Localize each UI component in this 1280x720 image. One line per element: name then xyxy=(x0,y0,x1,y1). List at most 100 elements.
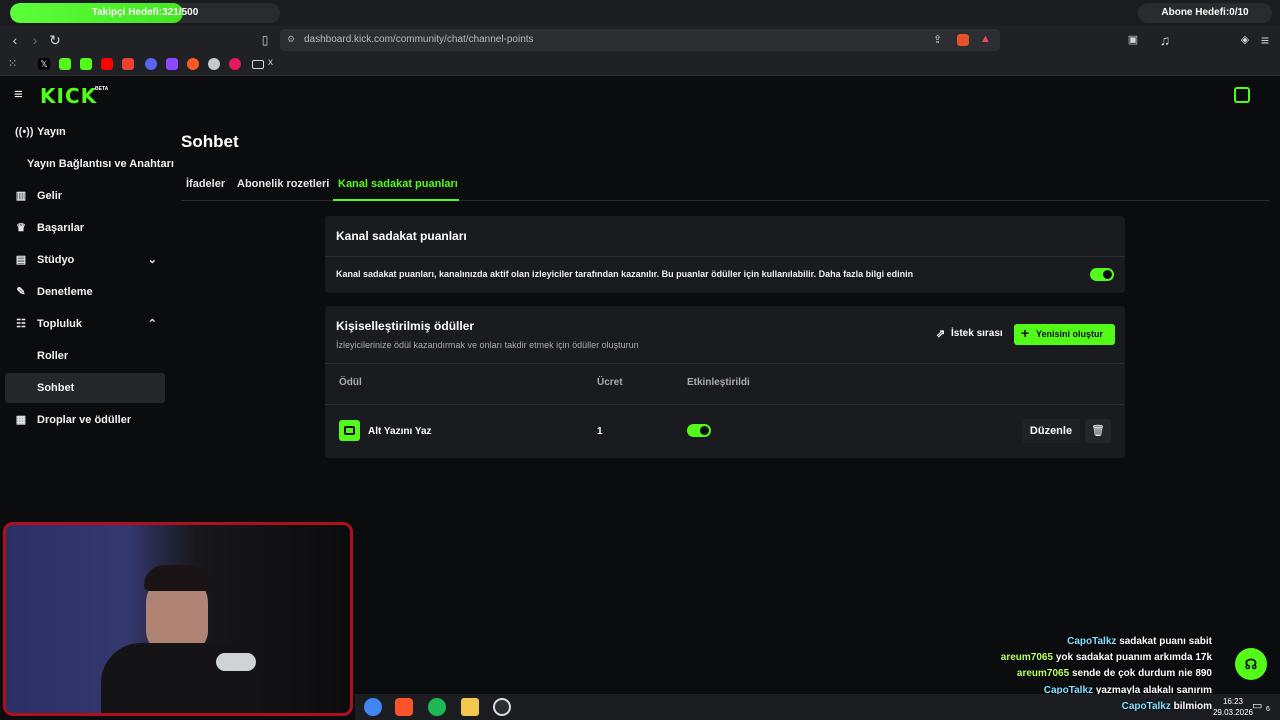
bookmark-icon[interactable]: ▯ xyxy=(256,31,274,49)
brave-rewards-icon[interactable]: ▲ xyxy=(980,33,991,45)
apps-grid-icon[interactable]: ⁙ xyxy=(8,58,20,70)
channel-points-toggle[interactable] xyxy=(1090,268,1114,281)
chat-message: CapoTalkz sadakat puanı sabit xyxy=(1067,636,1212,647)
external-link-icon: ⇗ xyxy=(936,328,946,340)
webcam-overlay xyxy=(3,522,353,716)
bookmark-folder-label[interactable]: x xyxy=(268,57,273,68)
divider xyxy=(325,256,1125,257)
sidebar-item-gelir[interactable]: ▥ Gelir xyxy=(5,181,165,211)
back-icon[interactable]: ‹ xyxy=(6,31,24,49)
divider xyxy=(325,363,1125,364)
reward-name: Alt Yazını Yaz xyxy=(368,426,432,437)
obs-taskbar-icon[interactable] xyxy=(493,698,511,716)
request-queue-button[interactable]: ⇗ İstek sırası xyxy=(931,323,1005,345)
extension2-bookmark-icon[interactable] xyxy=(229,58,241,70)
chat-message: areum7065 sende de çok durdum nie 890 xyxy=(1016,668,1212,679)
plus-icon: + xyxy=(1021,325,1030,341)
kick-avatar-icon[interactable] xyxy=(1234,87,1250,103)
help-chat-button[interactable]: ☊ xyxy=(1235,648,1267,680)
tab-bar: İfadeler Abonelik rozetleri Kanal sadaka… xyxy=(181,172,1269,201)
address-bar[interactable]: ⚙ dashboard.kick.com/community/chat/chan… xyxy=(280,29,1000,51)
spotify-taskbar-icon[interactable] xyxy=(428,698,446,716)
sidebar-item-yayin[interactable]: ((•)) Yayın xyxy=(5,117,165,147)
studio-icon: ▤ xyxy=(15,254,27,266)
media-icon[interactable]: ♫ xyxy=(1156,31,1174,49)
tab-sub-badges[interactable]: Abonelik rozetleri xyxy=(237,178,329,190)
kick-logo[interactable]: KICK xyxy=(40,84,97,108)
hamburger-menu-icon[interactable]: ≡ xyxy=(14,86,23,103)
twitch-bookmark-icon[interactable] xyxy=(166,58,178,70)
sidebar-item-roller[interactable]: Roller xyxy=(5,341,165,371)
bookmarks-bar: ⁙ 𝕏 x xyxy=(0,54,1280,76)
follow-goal-bar: Takipçi Hedefi:321/500 xyxy=(10,3,280,23)
sidebar-item-denetleme[interactable]: ✎ Denetleme xyxy=(5,277,165,307)
create-reward-button[interactable]: + Yenisini oluştur xyxy=(1014,324,1115,345)
share-icon[interactable]: ⇪ xyxy=(933,33,942,46)
vpn-icon[interactable]: ◈ xyxy=(1236,31,1254,49)
site-info-icon[interactable]: ⚙ xyxy=(287,34,295,45)
notification-icon[interactable]: ▭ xyxy=(1252,699,1262,712)
brave-taskbar-icon[interactable] xyxy=(395,698,413,716)
forward-icon[interactable]: › xyxy=(26,31,44,49)
sidebar-toggle-icon[interactable]: ▣ xyxy=(1124,31,1142,49)
sidebar-item-sohbet[interactable]: Sohbet xyxy=(5,373,165,403)
broadcast-icon: ((•)) xyxy=(15,126,34,138)
channel-points-description: Kanal sadakat puanları, kanalınızda akti… xyxy=(336,269,914,279)
app-header: ≡ KICK BETA xyxy=(0,76,1280,116)
wrench-icon: ✎ xyxy=(16,286,26,298)
reload-icon[interactable]: ↻ xyxy=(46,31,64,49)
chat-message: CapoTalkz bilmiom xyxy=(1121,701,1212,712)
reward-icon xyxy=(339,420,360,441)
gmail-bookmark-icon[interactable] xyxy=(122,58,134,70)
brave-shields-icon[interactable] xyxy=(957,34,969,46)
tab-channel-points[interactable]: Kanal sadakat puanları xyxy=(338,178,458,190)
chevron-up-icon: ⌃ xyxy=(147,318,157,330)
chrome-taskbar-icon[interactable] xyxy=(364,698,382,716)
chatgpt-bookmark-icon[interactable] xyxy=(208,58,220,70)
browser-toolbar: ‹ › ↻ ▯ ⚙ dashboard.kick.com/community/c… xyxy=(0,26,1280,54)
column-header-cost: Ücret xyxy=(597,377,623,388)
custom-rewards-title: Kişiselleştirilmiş ödüller xyxy=(336,319,475,333)
headset-icon: ☊ xyxy=(1244,656,1258,672)
extension-bookmark-icon[interactable] xyxy=(187,58,199,70)
sidebar: ((•)) Yayın Yayın Bağlantısı ve Anahtarı… xyxy=(0,116,175,520)
channel-points-card: Kanal sadakat puanları Kanal sadakat pua… xyxy=(325,216,1125,293)
reward-cost: 1 xyxy=(597,426,603,437)
sub-goal-text: Abone Hedefi:0/10 xyxy=(1138,3,1272,23)
kick-bookmark-icon[interactable] xyxy=(59,58,71,70)
chat-message: areum7065 yok sadakat puanım arkımda 17k xyxy=(1000,652,1212,663)
tab-emotes[interactable]: İfadeler xyxy=(186,178,225,190)
kick-dashboard-bookmark-icon[interactable] xyxy=(80,58,92,70)
revenue-icon: ▥ xyxy=(15,190,27,202)
discord-bookmark-icon[interactable] xyxy=(145,58,157,70)
column-header-reward: Ödül xyxy=(339,377,362,388)
custom-rewards-subtitle: İzleyicilerinize ödül kazandırmak ve onl… xyxy=(336,340,639,350)
community-icon: ☷ xyxy=(16,318,26,330)
delete-reward-button[interactable]: 🗑 xyxy=(1085,419,1111,443)
sidebar-item-basarilar[interactable]: ♛ Başarılar xyxy=(5,213,165,243)
url-text: dashboard.kick.com/community/chat/channe… xyxy=(304,34,534,45)
trophy-icon: ♛ xyxy=(16,222,26,234)
reward-enabled-toggle[interactable] xyxy=(687,424,711,437)
edit-reward-button[interactable]: Düzenle xyxy=(1022,419,1080,443)
streamer-hair xyxy=(144,565,210,591)
trash-icon: 🗑 xyxy=(1091,425,1105,437)
column-header-enabled: Etkinleştirildi xyxy=(687,377,750,388)
menu-icon[interactable]: ≡ xyxy=(1256,31,1274,49)
active-tab-indicator xyxy=(333,199,459,201)
notification-count: 6 xyxy=(1266,706,1270,713)
sidebar-item-droplar[interactable]: ▦ Droplar ve ödüller xyxy=(5,405,165,435)
x-bookmark-icon[interactable]: 𝕏 xyxy=(38,58,50,70)
drops-icon: ▦ xyxy=(15,414,27,426)
beta-badge: BETA xyxy=(95,86,109,92)
custom-rewards-card: Kişiselleştirilmiş ödüller İzleyicilerin… xyxy=(325,306,1125,458)
sidebar-item-topluluk[interactable]: ☷ Topluluk ⌃ xyxy=(5,309,165,339)
page-title: Sohbet xyxy=(181,132,239,151)
sidebar-item-studyo[interactable]: ▤ Stüdyo ⌄ xyxy=(5,245,165,275)
youtube-bookmark-icon[interactable] xyxy=(101,58,113,70)
folder-icon[interactable] xyxy=(252,60,264,69)
channel-points-title: Kanal sadakat puanları xyxy=(336,229,467,243)
files-taskbar-icon[interactable] xyxy=(461,698,479,716)
chevron-down-icon: ⌄ xyxy=(147,254,157,266)
sidebar-item-stream-key[interactable]: Yayın Bağlantısı ve Anahtarı xyxy=(5,149,174,179)
